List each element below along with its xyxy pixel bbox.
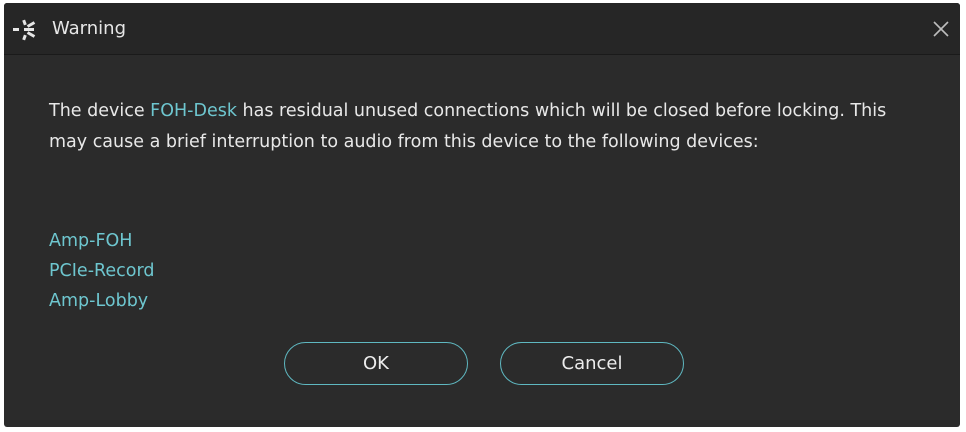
list-item: Amp-Lobby <box>49 291 149 311</box>
warning-dialog: Warning The device FOH-Desk has residual… <box>4 3 960 427</box>
ok-button[interactable]: OK <box>284 342 468 385</box>
close-icon[interactable] <box>928 16 954 42</box>
message-prefix: The device <box>49 101 151 121</box>
device-name-link: FOH-Desk <box>150 101 237 121</box>
warning-message: The device FOH-Desk has residual unused … <box>49 96 929 158</box>
dante-logo-icon <box>13 19 36 41</box>
dialog-titlebar: Warning <box>4 3 960 55</box>
list-item: PCIe-Record <box>49 261 155 281</box>
list-item: Amp-FOH <box>49 231 133 251</box>
cancel-button[interactable]: Cancel <box>500 342 684 385</box>
affected-device-list: Amp-FOH PCIe-Record Amp-Lobby <box>49 226 154 316</box>
dialog-title: Warning <box>52 18 127 39</box>
